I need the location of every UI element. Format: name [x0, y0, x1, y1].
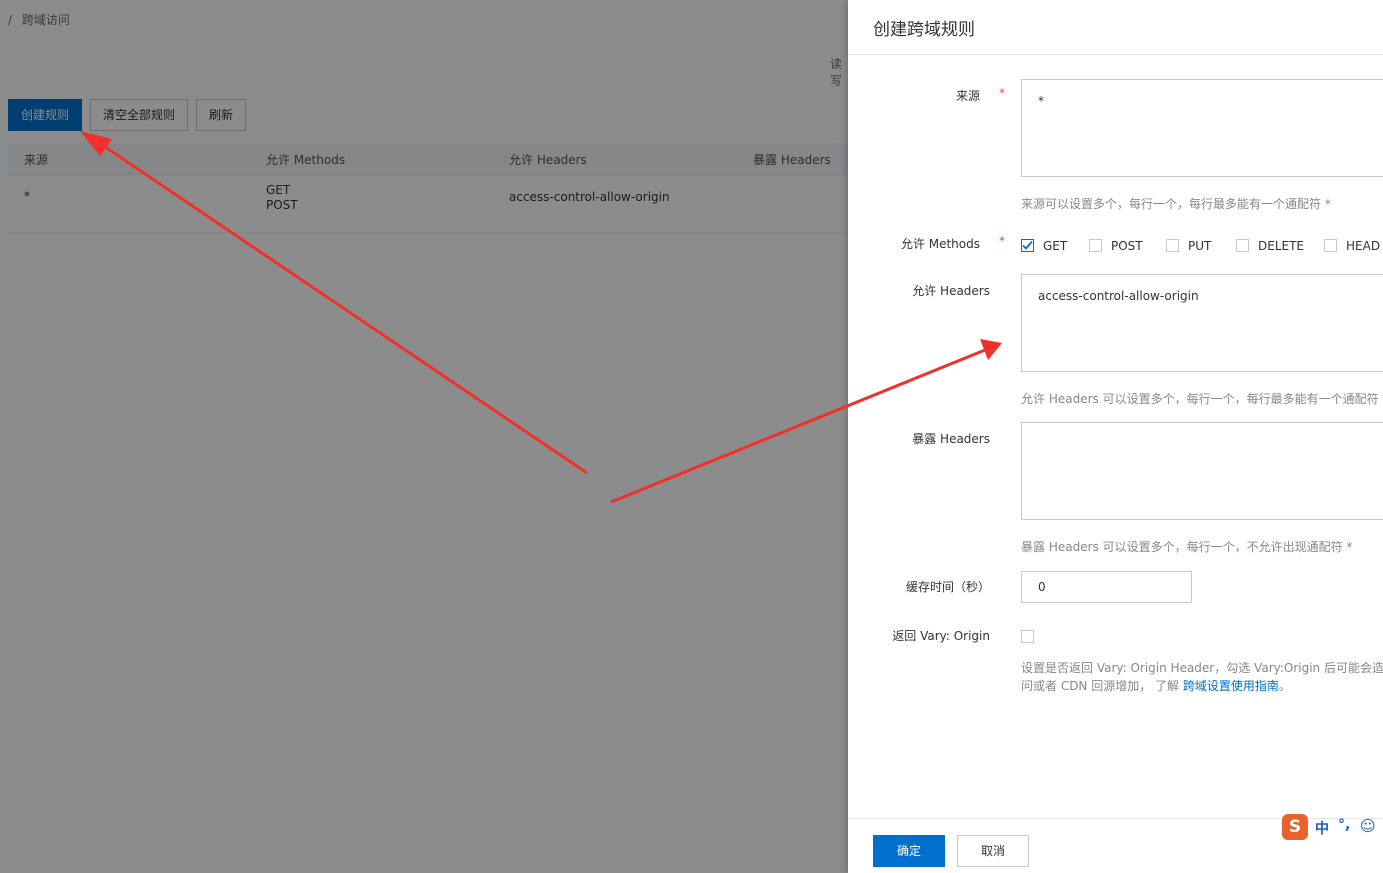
origin-required-mark: * — [999, 86, 1005, 100]
method-get-checkbox[interactable] — [1021, 239, 1034, 252]
check-icon — [1022, 240, 1033, 250]
cache-time-label: 缓存时间（秒） — [905, 580, 990, 594]
vary-origin-label: 返回 Vary: Origin — [892, 629, 990, 643]
vary-origin-checkbox[interactable] — [1021, 630, 1034, 643]
methods-required-mark: * — [999, 234, 1005, 248]
expose-headers-label: 暴露 Headers — [912, 432, 990, 446]
method-head-checkbox[interactable] — [1324, 239, 1337, 252]
method-head-label[interactable]: HEAD — [1346, 239, 1380, 253]
method-post-checkbox[interactable] — [1089, 239, 1102, 252]
vary-origin-hint-line1: 设置是否返回 Vary: Origin Header，勾选 Vary:Origi… — [1021, 661, 1383, 675]
background-page: / 跨域访问 读写 创建规则 清空全部规则 刷新 来源 允许 Methods 允… — [0, 0, 848, 873]
origin-textarea[interactable]: * — [1021, 79, 1383, 177]
emoji-icon[interactable]: ☺ — [1360, 817, 1376, 835]
expose-headers-textarea[interactable] — [1021, 422, 1383, 520]
methods-label: 允许 Methods — [900, 237, 980, 251]
sogou-logo-icon[interactable]: S — [1282, 814, 1308, 840]
cancel-button[interactable]: 取消 — [957, 835, 1029, 867]
method-post-label[interactable]: POST — [1111, 239, 1143, 253]
expose-headers-hint: 暴露 Headers 可以设置多个，每行一个，不允许出现通配符 * — [1021, 540, 1353, 554]
ime-punctuation-toggle[interactable]: °, — [1338, 817, 1350, 833]
vary-origin-hint-prefix: 问或者 CDN 回源增加， 了解 — [1021, 679, 1183, 693]
allow-headers-label: 允许 Headers — [912, 284, 990, 298]
origin-hint: 来源可以设置多个，每行一个，每行最多能有一个通配符 * — [1021, 197, 1331, 211]
create-cors-rule-drawer: 创建跨域规则 来源 * * 来源可以设置多个，每行一个，每行最多能有一个通配符 … — [848, 0, 1383, 873]
allow-headers-hint: 允许 Headers 可以设置多个，每行一个，每行最多能有一个通配符 * — [1021, 392, 1383, 406]
vary-origin-hint-suffix: 。 — [1278, 679, 1291, 693]
cache-time-input[interactable]: 0 — [1021, 571, 1192, 603]
vary-origin-hint-line2: 问或者 CDN 回源增加， 了解 跨域设置使用指南。 — [1021, 677, 1291, 694]
divider — [848, 54, 1383, 55]
method-delete-checkbox[interactable] — [1236, 239, 1249, 252]
ime-toolbar[interactable]: S 中 °, ☺ — [1282, 813, 1383, 841]
origin-label: 来源 — [955, 89, 980, 103]
confirm-button[interactable]: 确定 — [873, 835, 945, 867]
cors-guide-link[interactable]: 跨域设置使用指南 — [1183, 679, 1279, 693]
drawer-title: 创建跨域规则 — [873, 20, 975, 40]
method-put-checkbox[interactable] — [1166, 239, 1179, 252]
allow-headers-textarea[interactable]: access-control-allow-origin — [1021, 274, 1383, 372]
ime-chinese-mode-toggle[interactable]: 中 — [1315, 818, 1329, 838]
method-delete-label[interactable]: DELETE — [1258, 239, 1304, 253]
method-get-label[interactable]: GET — [1043, 239, 1067, 253]
modal-mask[interactable] — [0, 0, 848, 873]
method-put-label[interactable]: PUT — [1188, 239, 1211, 253]
